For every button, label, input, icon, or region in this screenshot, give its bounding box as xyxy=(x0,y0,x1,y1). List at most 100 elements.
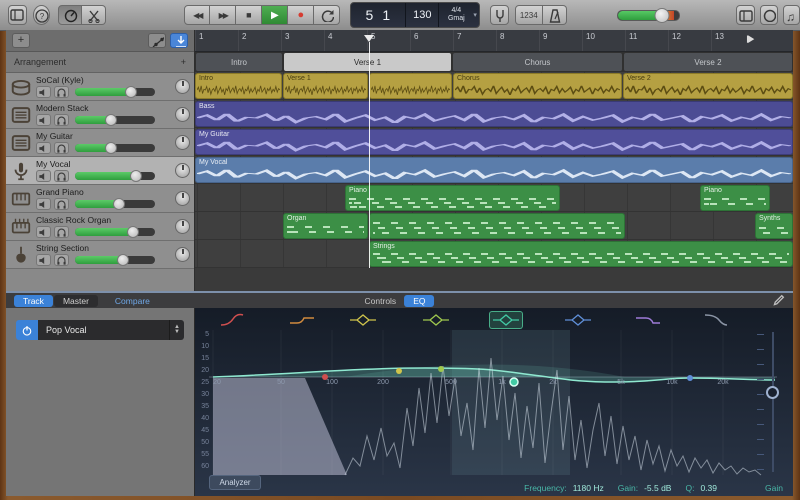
solo-button[interactable] xyxy=(54,198,69,210)
volume-slider[interactable] xyxy=(75,144,155,152)
end-marker-icon[interactable] xyxy=(745,34,759,47)
region-strings[interactable]: Strings xyxy=(369,241,793,267)
region-drums-chorus[interactable]: Chorus xyxy=(453,73,622,99)
loop-browser-button[interactable] xyxy=(760,5,777,25)
region-piano-1[interactable]: Piano xyxy=(345,185,560,211)
eq-band-2-lowshelf[interactable] xyxy=(285,311,319,329)
eq-gain-slider[interactable] xyxy=(755,332,781,472)
gain-slider-knob[interactable] xyxy=(766,386,779,399)
eq-band-4-bell[interactable] xyxy=(419,311,453,329)
volume-slider[interactable] xyxy=(75,88,155,96)
tab-track[interactable]: Track xyxy=(14,295,53,307)
stop-button[interactable]: ■ xyxy=(236,5,262,25)
volume-slider[interactable] xyxy=(75,256,155,264)
mute-button[interactable] xyxy=(36,142,51,154)
playhead[interactable] xyxy=(369,42,370,268)
eq-band-3-bell[interactable] xyxy=(346,311,380,329)
forward-button[interactable]: ▶▶ xyxy=(210,5,236,25)
controls-label[interactable]: Controls xyxy=(365,296,397,306)
pan-knob[interactable] xyxy=(175,163,190,178)
tuner-button[interactable] xyxy=(490,5,509,25)
region-bass[interactable]: Bass xyxy=(195,101,793,127)
tab-master[interactable]: Master xyxy=(54,295,98,307)
region-synths[interactable]: Synths xyxy=(755,213,793,239)
track-row-socal[interactable]: SoCal (Kyle) xyxy=(6,73,194,101)
arrangement-section-verse1[interactable]: Verse 1 xyxy=(284,53,451,71)
gain-value[interactable]: -5.5 dB xyxy=(644,483,671,493)
mute-button[interactable] xyxy=(36,254,51,266)
eq-band-5-bell-selected[interactable] xyxy=(489,311,523,329)
preset-name[interactable]: Pop Vocal xyxy=(38,320,169,340)
preset-selector[interactable]: Pop Vocal ▲▼ xyxy=(16,320,184,340)
time-ruler[interactable]: 12345678910111213 xyxy=(195,30,793,52)
pan-knob[interactable] xyxy=(175,191,190,206)
region-my-vocal[interactable]: My Vocal xyxy=(195,157,793,183)
solo-button[interactable] xyxy=(54,254,69,266)
catch-playhead-button[interactable] xyxy=(170,33,188,48)
eq-band-6-bell[interactable] xyxy=(561,311,595,329)
cycle-button[interactable] xyxy=(314,5,340,25)
track-row-classic-rock-organ[interactable]: Classic Rock Organ xyxy=(6,213,194,241)
band5-control-point-selected[interactable] xyxy=(510,378,518,386)
region-drums-intro[interactable]: Intro xyxy=(195,73,282,99)
track-row-grand-piano[interactable]: Grand Piano xyxy=(6,185,194,213)
notepad-button[interactable] xyxy=(736,5,755,25)
pan-knob[interactable] xyxy=(175,219,190,234)
arrangement-section-intro[interactable]: Intro xyxy=(196,53,282,71)
solo-button[interactable] xyxy=(54,114,69,126)
solo-button[interactable] xyxy=(54,86,69,98)
media-browser-button[interactable] xyxy=(783,5,800,25)
compare-button[interactable]: Compare xyxy=(106,295,159,307)
pan-knob[interactable] xyxy=(175,107,190,122)
track-row-modern-stack[interactable]: Modern Stack xyxy=(6,101,194,129)
mute-button[interactable] xyxy=(36,198,51,210)
edit-pencil-icon[interactable] xyxy=(772,294,785,307)
track-row-my-vocal[interactable]: My Vocal xyxy=(6,157,194,185)
solo-button[interactable] xyxy=(54,226,69,238)
arrangement-section-chorus[interactable]: Chorus xyxy=(453,53,622,71)
master-volume-slider[interactable] xyxy=(617,10,681,21)
play-button[interactable]: ▶ xyxy=(262,5,288,25)
band3-control-point[interactable] xyxy=(396,368,402,374)
smart-controls-button[interactable] xyxy=(58,5,82,25)
master-volume-thumb[interactable] xyxy=(655,8,670,23)
frequency-value[interactable]: 1180 Hz xyxy=(573,483,604,493)
region-organ-2[interactable] xyxy=(369,213,625,239)
eq-graph[interactable] xyxy=(195,308,793,496)
arrangement-add-button[interactable]: + xyxy=(181,57,186,67)
solo-button[interactable] xyxy=(54,170,69,182)
metronome-button[interactable] xyxy=(543,5,567,25)
preset-stepper[interactable]: ▲▼ xyxy=(169,320,184,340)
region-organ[interactable]: Organ xyxy=(283,213,368,239)
pan-knob[interactable] xyxy=(175,247,190,262)
mute-button[interactable] xyxy=(36,86,51,98)
mute-button[interactable] xyxy=(36,114,51,126)
tab-eq[interactable]: EQ xyxy=(404,295,434,307)
band6-control-point[interactable] xyxy=(687,375,693,381)
volume-slider[interactable] xyxy=(75,200,155,208)
region-drums-verse1[interactable]: Verse 1 xyxy=(283,73,368,99)
lcd-chevron-icon[interactable]: ▾ xyxy=(473,11,477,19)
region-my-guitar[interactable]: My Guitar xyxy=(195,129,793,155)
add-track-button[interactable]: + xyxy=(12,33,30,48)
library-button[interactable] xyxy=(8,5,27,25)
region-piano-2[interactable]: Piano xyxy=(700,185,770,211)
power-button[interactable] xyxy=(16,320,38,340)
mute-button[interactable] xyxy=(36,226,51,238)
track-row-string-section[interactable]: String Section xyxy=(6,241,194,269)
pan-knob[interactable] xyxy=(175,79,190,94)
q-value[interactable]: 0.39 xyxy=(700,483,717,493)
eq-band-1-highpass[interactable] xyxy=(215,311,249,329)
volume-slider[interactable] xyxy=(75,116,155,124)
region-drums-verse2[interactable]: Verse 2 xyxy=(623,73,793,99)
lcd-display[interactable]: 5 1 130 4/4 Gmaj ▾ xyxy=(350,2,480,28)
mute-button[interactable] xyxy=(36,170,51,182)
count-in-button[interactable]: 1234 xyxy=(515,5,543,25)
track-row-my-guitar[interactable]: My Guitar xyxy=(6,129,194,157)
solo-button[interactable] xyxy=(54,142,69,154)
arrangement-section-verse2[interactable]: Verse 2 xyxy=(624,53,792,71)
automation-button[interactable] xyxy=(148,33,166,48)
quick-help-button[interactable] xyxy=(33,5,50,25)
rewind-button[interactable]: ◀◀ xyxy=(184,5,210,25)
band4-control-point[interactable] xyxy=(438,366,444,372)
